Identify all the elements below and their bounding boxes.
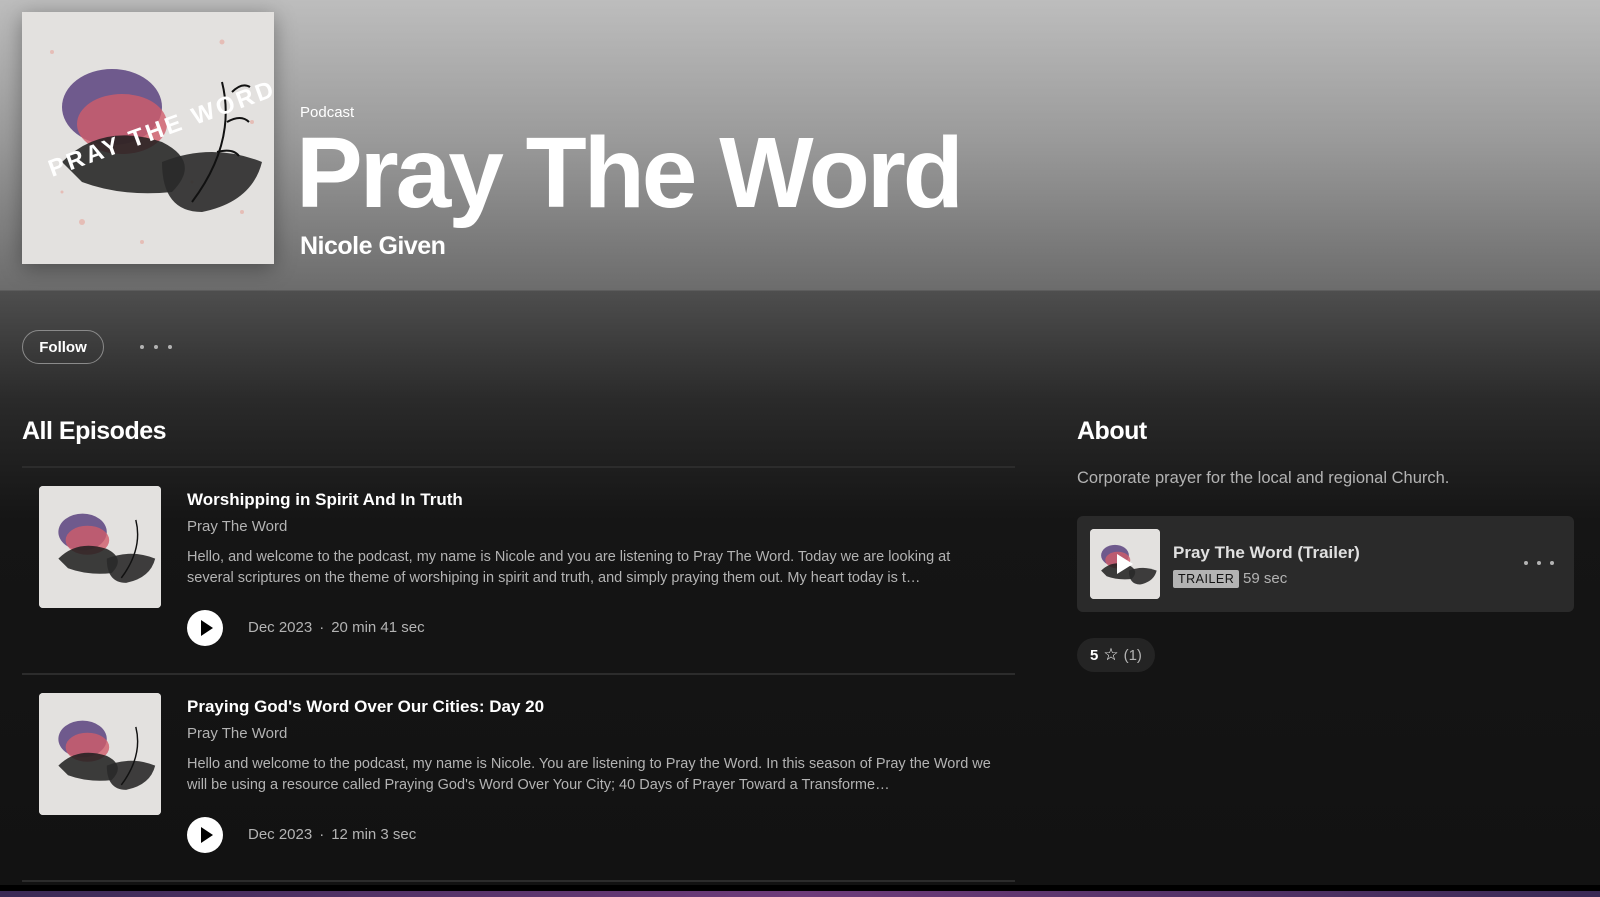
all-episodes-heading: All Episodes (22, 417, 167, 445)
episode-thumbnail (39, 693, 161, 815)
episode-thumbnail (39, 486, 161, 608)
divider (22, 880, 1015, 882)
cover-artwork-image: PRAY THE WORD (22, 12, 274, 264)
trailer-more-options-icon[interactable] (1524, 561, 1554, 567)
more-options-icon[interactable] (140, 336, 172, 358)
trailer-title[interactable]: Pray The Word (Trailer) (1173, 543, 1360, 563)
episode-show-name[interactable]: Pray The Word (187, 725, 287, 742)
podcast-author-link[interactable]: Nicole Given (300, 232, 446, 261)
about-description: Corporate prayer for the local and regio… (1077, 469, 1450, 487)
play-button[interactable] (187, 610, 223, 646)
rating-value: 5 (1090, 646, 1099, 664)
episode-title[interactable]: Worshipping in Spirit And In Truth (187, 490, 463, 510)
episode-row[interactable]: Praying God's Word Over Our Cities: Day … (22, 675, 1015, 880)
episode-duration: 12 min 3 sec (331, 826, 417, 843)
rating-count: (1) (1123, 646, 1142, 664)
podcast-page: PRAY THE WORD Podcast Pray The Word Nico… (0, 0, 1600, 897)
meta-separator: · (319, 619, 325, 636)
window-bottom-accent (0, 891, 1600, 897)
trailer-thumbnail[interactable] (1090, 529, 1160, 599)
episode-title[interactable]: Praying God's Word Over Our Cities: Day … (187, 697, 544, 717)
trailer-badge: TRAILER (1173, 570, 1240, 588)
episode-meta: Dec 2023 · 12 min 3 sec (248, 826, 416, 843)
meta-separator: · (319, 826, 325, 843)
follow-button[interactable]: Follow (22, 330, 104, 364)
episode-row[interactable]: Worshipping in Spirit And In Truth Pray … (22, 468, 1015, 673)
page-title: Pray The Word (296, 117, 964, 229)
play-icon (200, 620, 213, 636)
about-heading: About (1077, 417, 1147, 445)
play-icon[interactable] (1117, 554, 1133, 574)
podcast-cover-art: PRAY THE WORD (22, 12, 274, 264)
trailer-card[interactable]: Pray The Word (Trailer) TRAILER 59 sec (1077, 516, 1574, 612)
episode-description: Hello, and welcome to the podcast, my na… (187, 549, 951, 586)
trailer-duration: 59 sec (1243, 570, 1288, 587)
episode-description: Hello and welcome to the podcast, my nam… (187, 756, 991, 793)
rating-badge[interactable]: 5 ☆ (1) (1077, 638, 1155, 672)
play-button[interactable] (187, 817, 223, 853)
episode-meta: Dec 2023 · 20 min 41 sec (248, 619, 425, 636)
play-icon (200, 827, 213, 843)
episode-date: Dec 2023 (248, 826, 313, 843)
episode-duration: 20 min 41 sec (331, 619, 425, 636)
star-icon: ☆ (1103, 645, 1119, 664)
episode-date: Dec 2023 (248, 619, 313, 636)
episode-show-name[interactable]: Pray The Word (187, 518, 287, 535)
